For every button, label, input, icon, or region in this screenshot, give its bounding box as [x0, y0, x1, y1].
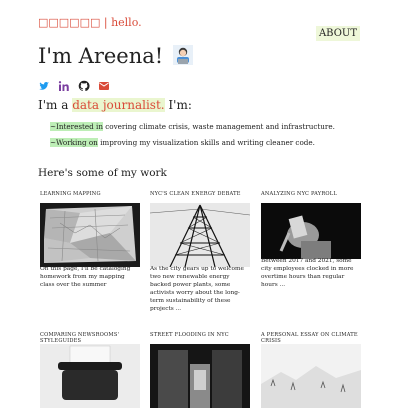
intro-line: I'm a data journalist. I'm: [38, 98, 192, 112]
bullet-interested: ~Interested in covering climate crisis, … [50, 122, 335, 131]
power-pylon-image[interactable] [150, 203, 250, 267]
card-description: On this page, I'll be cataloging homewor… [40, 266, 131, 288]
bullet-mark: ~Interested in [50, 122, 103, 131]
card-title[interactable]: STREET FLOODING IN NYC [150, 332, 250, 338]
street-flooding-image[interactable] [150, 344, 250, 408]
work-heading: Here's some of my work [38, 167, 167, 179]
snowy-landscape-image[interactable] [261, 344, 361, 408]
intro-suffix: I'm: [164, 98, 192, 112]
linkedin-icon[interactable] [58, 80, 70, 92]
crumpled-map-image[interactable] [40, 203, 140, 267]
work-card-learning-mapping[interactable]: LEARNING MAPPING On this page, I'll be c… [40, 191, 140, 288]
card-description: As the city gears up to welcome two new … [150, 266, 244, 312]
card-description: Between 2017 and 2021, some city employe… [261, 258, 354, 288]
hand-money-image[interactable] [261, 203, 361, 259]
about-link[interactable]: ABOUT [315, 26, 360, 41]
role-highlight: data journalist. [72, 98, 165, 112]
bullet-mark: ~Working on [50, 138, 98, 147]
card-title[interactable]: NYC'S CLEAN ENERGY DEBATE [150, 191, 250, 197]
site-header: □□□□□□ | hello. [38, 16, 142, 29]
work-card-street-flooding[interactable]: STREET FLOODING IN NYC [150, 332, 250, 408]
card-title[interactable]: ANALYZING NYC PAYROLL [261, 191, 361, 197]
site-brand-link[interactable]: □□□□□□ [38, 16, 100, 29]
work-card-clean-energy[interactable]: NYC'S CLEAN ENERGY DEBATE As the city ge… [150, 191, 250, 312]
card-title[interactable]: A PERSONAL ESSAY ON CLIMATE CRISIS [261, 332, 361, 344]
work-card-styleguides[interactable]: COMPARING NEWSROOMS' STYLEGUIDES [40, 332, 140, 408]
greeting-link[interactable]: hello. [111, 16, 142, 29]
bullet-working: ~Working on improving my visualization s… [50, 138, 315, 147]
header-separator: | [100, 16, 112, 29]
bullet-text: improving my visualization skills and wr… [97, 138, 315, 147]
intro-prefix: I'm a [38, 98, 73, 112]
hero-title: I'm Areena! [38, 44, 164, 68]
email-icon[interactable] [98, 80, 110, 92]
work-card-climate-essay[interactable]: A PERSONAL ESSAY ON CLIMATE CRISIS [261, 332, 361, 408]
woman-technologist-icon [172, 45, 193, 65]
work-card-nyc-payroll[interactable]: ANALYZING NYC PAYROLL Between 2017 and 2… [261, 191, 361, 288]
bullet-text: covering climate crisis, waste managemen… [102, 122, 335, 131]
social-links [38, 80, 110, 92]
card-title[interactable]: LEARNING MAPPING [40, 191, 140, 197]
twitter-icon[interactable] [38, 80, 50, 92]
github-icon[interactable] [78, 80, 90, 92]
page-title: I'm Areena! [38, 44, 193, 68]
card-title[interactable]: COMPARING NEWSROOMS' STYLEGUIDES [40, 332, 140, 344]
typewriter-image[interactable] [40, 344, 140, 408]
